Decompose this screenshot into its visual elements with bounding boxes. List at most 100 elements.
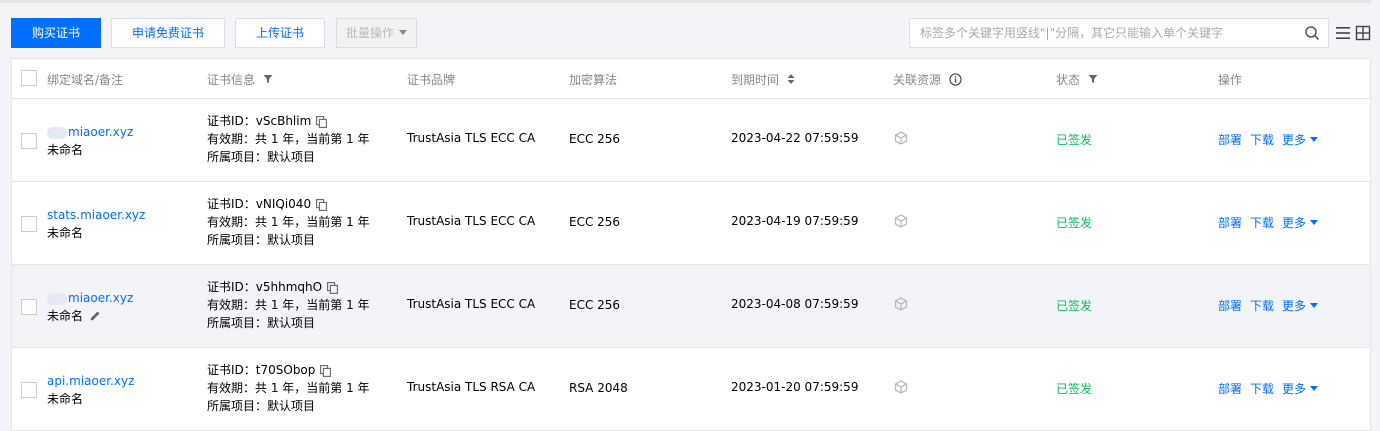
- download-link[interactable]: 下载: [1250, 297, 1274, 314]
- expiry-cell: 2023-04-19 07:59:59: [731, 214, 859, 228]
- header-expiry[interactable]: 到期时间: [731, 71, 795, 88]
- download-link[interactable]: 下载: [1250, 131, 1274, 148]
- more-label: 更多: [1282, 299, 1307, 313]
- validity-text: 有效期：共 1 年，当前第 1 年: [207, 215, 370, 229]
- more-label: 更多: [1282, 216, 1307, 230]
- header-resource-label: 关联资源: [893, 73, 942, 87]
- domain-cell: api.miaoer.xyz 未命名: [47, 372, 134, 408]
- copy-icon[interactable]: [320, 364, 332, 377]
- more-dropdown[interactable]: 更多: [1282, 380, 1319, 397]
- cert-id-text: 证书ID：t70SObop: [207, 363, 316, 377]
- buy-certificate-button[interactable]: 购买证书: [11, 18, 101, 48]
- search-box: [909, 18, 1329, 48]
- domain-text: miaoer.xyz: [68, 125, 134, 139]
- search-input[interactable]: [910, 19, 1290, 47]
- validity-text: 有效期：共 1 年，当前第 1 年: [207, 381, 370, 395]
- filter-icon[interactable]: [1088, 74, 1098, 84]
- status-badge: 已签发: [1056, 382, 1093, 396]
- expiry-cell: 2023-04-22 07:59:59: [731, 131, 859, 145]
- cert-id-text: 证书ID：vNIQi040: [207, 197, 312, 211]
- expiry-cell: 2023-04-08 07:59:59: [731, 297, 859, 311]
- header-expiry-label: 到期时间: [731, 73, 780, 87]
- cert-id-text: 证书ID：v5hhmqhO: [207, 280, 323, 294]
- batch-operation-dropdown[interactable]: 批量操作: [336, 18, 417, 48]
- row-checkbox[interactable]: [21, 216, 37, 232]
- status-badge: 已签发: [1056, 216, 1093, 230]
- caret-down-icon: [1310, 386, 1319, 391]
- brand-cell: TrustAsia TLS ECC CA: [407, 131, 536, 145]
- search-icon[interactable]: [1304, 25, 1320, 41]
- validity-text: 有效期：共 1 年，当前第 1 年: [207, 132, 370, 146]
- brand-cell: TrustAsia TLS ECC CA: [407, 214, 536, 228]
- header-actions: 操作: [1218, 73, 1243, 87]
- certificate-table: 绑定域名/备注 证书信息 证书品牌 加密算法 到期时间 关联资源 状态 操作 m…: [11, 58, 1371, 431]
- brand-cell: TrustAsia TLS ECC CA: [407, 297, 536, 311]
- row-checkbox[interactable]: [21, 299, 37, 315]
- more-dropdown[interactable]: 更多: [1282, 214, 1319, 231]
- toolbar: 购买证书 申请免费证书 上传证书 批量操作: [11, 18, 1371, 48]
- batch-operation-label: 批量操作: [345, 26, 394, 40]
- domain-link[interactable]: miaoer.xyz: [47, 123, 133, 141]
- table-row: stats.miaoer.xyz 未命名 证书ID：vNIQi040 有效期：共…: [12, 182, 1370, 265]
- more-dropdown[interactable]: 更多: [1282, 131, 1319, 148]
- validity-text: 有效期：共 1 年，当前第 1 年: [207, 298, 370, 312]
- project-text: 所属项目：默认项目: [207, 316, 316, 330]
- cert-id-line: 证书ID：vNIQi040: [207, 195, 370, 213]
- grid-view-icon[interactable]: [1355, 25, 1371, 41]
- cert-id-line: 证书ID：v5hhmqhO: [207, 278, 370, 296]
- header-cert-info[interactable]: 证书信息: [207, 71, 273, 88]
- cube-icon: [894, 297, 908, 311]
- copy-icon[interactable]: [316, 115, 328, 128]
- status-badge: 已签发: [1056, 299, 1093, 313]
- cert-id-line: 证书ID：t70SObop: [207, 361, 370, 379]
- cert-info-cell: 证书ID：vNIQi040 有效期：共 1 年，当前第 1 年 所属项目：默认项…: [207, 195, 370, 249]
- caret-down-icon: [1310, 137, 1319, 142]
- cert-info-cell: 证书ID：v5hhmqhO 有效期：共 1 年，当前第 1 年 所属项目：默认项…: [207, 278, 370, 332]
- cert-info-cell: 证书ID：t70SObop 有效期：共 1 年，当前第 1 年 所属项目：默认项…: [207, 361, 370, 415]
- domain-link[interactable]: api.miaoer.xyz: [47, 372, 134, 390]
- remark-text: 未命名: [47, 226, 84, 240]
- header-resource: 关联资源: [893, 71, 962, 88]
- algorithm-cell: RSA 2048: [569, 381, 628, 395]
- domain-text: miaoer.xyz: [68, 291, 134, 305]
- remark-text: 未命名: [47, 143, 84, 157]
- list-view-icon[interactable]: [1335, 25, 1351, 41]
- deploy-link[interactable]: 部署: [1218, 131, 1242, 148]
- domain-link[interactable]: miaoer.xyz: [47, 289, 133, 307]
- select-all-checkbox[interactable]: [21, 70, 37, 86]
- download-link[interactable]: 下载: [1250, 214, 1274, 231]
- remark-line: 未命名: [47, 307, 133, 325]
- upload-certificate-button[interactable]: 上传证书: [235, 18, 325, 48]
- apply-free-certificate-button[interactable]: 申请免费证书: [111, 18, 225, 48]
- more-label: 更多: [1282, 382, 1307, 396]
- project-text: 所属项目：默认项目: [207, 233, 316, 247]
- deploy-link[interactable]: 部署: [1218, 214, 1242, 231]
- masked-text: [47, 126, 67, 139]
- edit-icon[interactable]: [89, 310, 101, 322]
- download-link[interactable]: 下载: [1250, 380, 1274, 397]
- deploy-link[interactable]: 部署: [1218, 380, 1242, 397]
- filter-icon[interactable]: [263, 74, 273, 84]
- table-header: 绑定域名/备注 证书信息 证书品牌 加密算法 到期时间 关联资源 状态 操作: [12, 59, 1370, 99]
- header-algorithm: 加密算法: [569, 73, 618, 87]
- remark-text: 未命名: [47, 309, 84, 323]
- domain-link[interactable]: stats.miaoer.xyz: [47, 206, 145, 224]
- header-cert-info-label: 证书信息: [207, 73, 256, 87]
- table-row: miaoer.xyz 未命名 证书ID：v5hhmqhO 有效期：共 1 年，当…: [12, 265, 1370, 348]
- sort-icon[interactable]: [787, 74, 795, 84]
- info-icon[interactable]: [949, 72, 962, 86]
- header-status[interactable]: 状态: [1056, 71, 1098, 88]
- more-label: 更多: [1282, 133, 1307, 147]
- cert-id-line: 证书ID：vScBhlim: [207, 112, 370, 130]
- more-dropdown[interactable]: 更多: [1282, 297, 1319, 314]
- brand-cell: TrustAsia TLS RSA CA: [407, 380, 536, 394]
- project-text: 所属项目：默认项目: [207, 150, 316, 164]
- top-divider: [0, 0, 1371, 3]
- copy-icon[interactable]: [316, 198, 328, 211]
- deploy-link[interactable]: 部署: [1218, 297, 1242, 314]
- row-checkbox[interactable]: [21, 382, 37, 398]
- cert-id-text: 证书ID：vScBhlim: [207, 114, 312, 128]
- row-checkbox[interactable]: [21, 133, 37, 149]
- table-row: api.miaoer.xyz 未命名 证书ID：t70SObop 有效期：共 1…: [12, 348, 1370, 431]
- copy-icon[interactable]: [327, 281, 339, 294]
